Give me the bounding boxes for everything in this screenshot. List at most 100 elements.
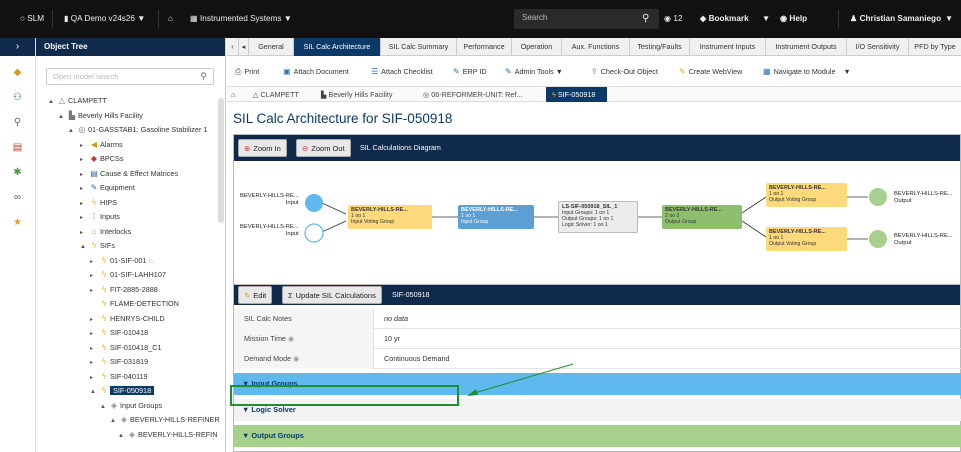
expand-arrow-icon[interactable]: ▲: [110, 415, 118, 428]
output-voting-group-box-2[interactable]: BEVERLY-HILLS-RE... 1 oo 1 Output Voting G…: [766, 227, 847, 251]
expand-arrow-icon[interactable]: ▲: [90, 386, 98, 399]
home-icon[interactable]: ⌂: [168, 13, 173, 25]
expand-arrow-icon[interactable]: ▸: [90, 314, 98, 327]
home-icon[interactable]: ⌂: [231, 87, 235, 102]
zoom-out-button[interactable]: ⊖ Zoom Out: [296, 139, 351, 157]
update-sil-calculations-button[interactable]: Σ Update SIL Calculations: [282, 286, 382, 304]
search-icon[interactable]: ⚲: [0, 110, 35, 135]
tree-node[interactable]: ▸ ϟ HIPS: [80, 196, 117, 209]
expand-arrow-icon[interactable]: ▲: [58, 111, 66, 124]
tree-node[interactable]: ▸ ϟ 01-SIF-LAHH107: [90, 268, 166, 281]
output-group-box[interactable]: BEVERLY-HILLS-RE... 2 oo 2 Output Group: [662, 205, 742, 229]
tree-node[interactable]: ▸ ◆ BPCSs: [80, 152, 124, 165]
tree-scrollbar[interactable]: [218, 98, 224, 223]
help-icon[interactable]: ◉: [288, 334, 294, 343]
output-voting-group-box-1[interactable]: BEVERLY-HILLS-RE... 1 oo 1 Output Voting G…: [766, 183, 847, 207]
chevron-down-icon[interactable]: ▼: [762, 13, 770, 25]
input-voting-group-box[interactable]: BEVERLY-HILLS-RE... 1 oo 1 Input Voting Gr…: [348, 205, 432, 229]
input-node-2[interactable]: [304, 223, 324, 243]
tree-node[interactable]: ▸ ✎ Equipment: [80, 181, 135, 194]
expand-arrow-icon[interactable]: ▸: [80, 169, 88, 182]
tree-node[interactable]: ▸ ⌂ Interlocks: [80, 225, 131, 238]
tree-node[interactable]: ▲ ▙ Beverly Hills Facility: [58, 109, 143, 122]
expand-arrow-icon[interactable]: ▸: [90, 328, 98, 341]
gear-icon[interactable]: ✱: [0, 160, 35, 185]
tree-search-input[interactable]: Open model search ⚲: [46, 68, 214, 85]
expand-arrow-icon[interactable]: ▸: [90, 270, 98, 283]
edit-button[interactable]: ✎ Edit: [238, 286, 273, 304]
input-group-box[interactable]: BEVERLY-HILLS-RE... 1 oo 1 Input Group: [458, 205, 534, 229]
user-menu[interactable]: ♟ Christian Samaniego: [850, 13, 941, 25]
breadcrumb-item-facility[interactable]: ▙ Beverly Hills Facility: [321, 87, 392, 102]
tab-operation[interactable]: Operation: [512, 38, 562, 56]
expand-arrow-icon[interactable]: ▸: [80, 212, 88, 225]
create-webview-button[interactable]: ✎ Create WebView: [679, 63, 742, 81]
output-node-1[interactable]: [869, 188, 887, 206]
cube-icon[interactable]: ◆: [0, 60, 35, 85]
help-menu[interactable]: ◉ Help: [780, 13, 807, 25]
help-icon[interactable]: ◉: [293, 354, 299, 363]
expand-arrow-icon[interactable]: ▸: [90, 256, 98, 269]
expand-arrow-icon[interactable]: ▸: [90, 372, 98, 385]
expand-toggle[interactable]: ›: [0, 38, 35, 56]
tree-node[interactable]: ϟ FLAME-DETECTION: [90, 297, 179, 310]
tab-general[interactable]: General: [249, 38, 294, 56]
tree-node[interactable]: ▲ ◎ 01-GASSTAB1: Gasoline Stabilizer 1: [68, 123, 208, 136]
tree-node[interactable]: ▲ ◈ BEVERLY-HILLS-REFIN: [118, 428, 217, 441]
tree-node[interactable]: ▸ ϟ FIT-2885-2888: [90, 283, 158, 296]
breadcrumb-item-clampett[interactable]: △ CLAMPETT: [253, 87, 299, 102]
expand-arrow-icon[interactable]: ▸: [80, 154, 88, 167]
expand-arrow-icon[interactable]: ▲: [80, 241, 88, 254]
notifications[interactable]: ◉ 12: [664, 13, 683, 25]
expand-arrow-icon[interactable]: ▸: [80, 183, 88, 196]
logic-solver-box[interactable]: LS-SIF-050918_SIL_1 Input Groups: 1 oo 1O…: [558, 201, 638, 233]
star-icon[interactable]: ★: [0, 210, 35, 235]
tree-node[interactable]: ▸ ϟ SIF-031819: [90, 355, 148, 368]
expand-arrow-icon[interactable]: ▲: [100, 401, 108, 414]
expand-arrow-icon[interactable]: ▸: [90, 343, 98, 356]
search-input[interactable]: Search: [514, 9, 659, 29]
check-out-object-button[interactable]: ⇪ Check-Out Object: [591, 63, 658, 81]
expand-arrow-icon[interactable]: ▸: [90, 285, 98, 298]
tab-aux-functions[interactable]: Aux. Functions: [562, 38, 630, 56]
tree-node[interactable]: ▸ ⁞ Inputs: [80, 210, 120, 223]
section-selector[interactable]: ▦ Instrumented Systems ▼: [190, 13, 292, 25]
admin-tools-button[interactable]: ✎ Admin Tools ▼: [505, 63, 563, 81]
input-node-1[interactable]: [305, 194, 323, 212]
tab-pfd-by-type[interactable]: PFD by Type: [909, 38, 961, 56]
breadcrumb-item-unit[interactable]: ◎ 06-REFORMER-UNIT: Ref...: [423, 87, 522, 102]
search-icon[interactable]: ⚲: [642, 13, 649, 25]
section-output-groups[interactable]: ▼ Output Groups: [234, 425, 961, 447]
expand-arrow-icon[interactable]: ▲: [118, 430, 126, 443]
expand-arrow-icon[interactable]: ▸: [80, 198, 88, 211]
tree-node[interactable]: ▸ ▤ Cause & Effect Matrices: [80, 167, 178, 180]
tab-scroll-left[interactable]: ‹: [227, 38, 239, 56]
expand-arrow-icon[interactable]: ▸: [80, 140, 88, 153]
zoom-in-button[interactable]: ⊕ Zoom In: [238, 139, 287, 157]
expand-arrow-icon[interactable]: ▲: [48, 96, 56, 109]
tree-node[interactable]: ▲ ◈ BEVERLY-HILLS-REFINER: [110, 413, 220, 426]
tab-instrument-outputs[interactable]: Instrument Outputs: [766, 38, 847, 56]
attach-document-button[interactable]: ▣ Attach Document: [283, 63, 349, 81]
tab-sil-calc-summary[interactable]: SIL Calc Summary: [381, 38, 457, 56]
hierarchy-icon[interactable]: ⚇: [0, 85, 35, 110]
chevron-down-icon[interactable]: ▼: [945, 13, 953, 25]
link-icon[interactable]: ∞: [0, 185, 35, 210]
expand-arrow-icon[interactable]: ▲: [68, 125, 76, 138]
attach-checklist-button[interactable]: ☰ Attach Checklist: [371, 63, 433, 81]
tab-performance[interactable]: Performance: [457, 38, 512, 56]
tab-testing-faults[interactable]: Testing/Faults: [630, 38, 690, 56]
tree-node[interactable]: ▸ ϟ HENRYS-CHILD: [90, 312, 165, 325]
tree-node[interactable]: ▲ ϟ SIFs: [80, 239, 115, 252]
search-icon[interactable]: ⚲: [200, 69, 207, 84]
print-button[interactable]: ⎙ Print: [235, 63, 259, 81]
tree-node[interactable]: ▸ ◀ Alarms: [80, 138, 123, 151]
bookmark-menu[interactable]: ◆ Bookmark: [700, 13, 749, 25]
tree-node[interactable]: ▲ ϟ SIF-050918: [90, 384, 155, 399]
tree-node[interactable]: ▲ ◈ Input Groups: [100, 399, 162, 412]
expand-arrow-icon[interactable]: ▸: [80, 227, 88, 240]
tree-node[interactable]: ▸ ϟ 01-SIF-001 ⌂: [90, 254, 153, 267]
expand-arrow-icon[interactable]: ▸: [90, 357, 98, 370]
report-icon[interactable]: ▤: [0, 135, 35, 160]
breadcrumb-item-current[interactable]: ϟ SIF-050918: [546, 87, 608, 102]
